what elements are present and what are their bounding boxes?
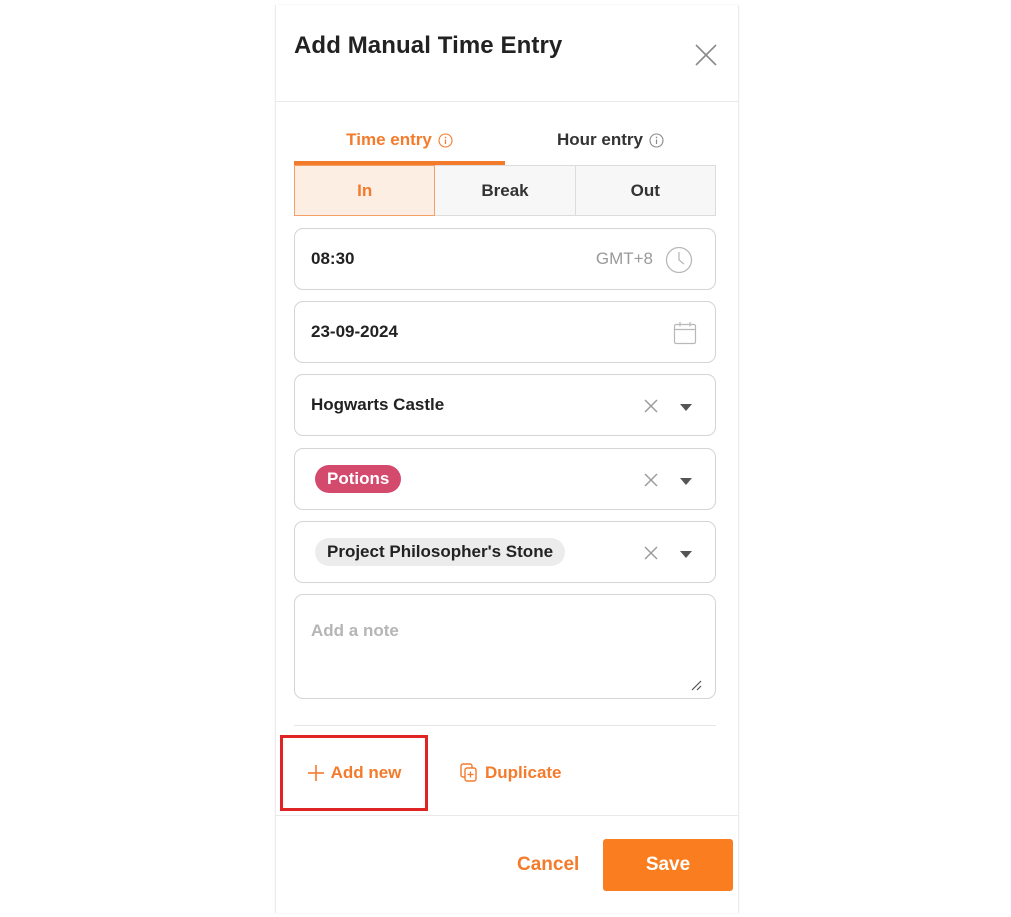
time-field[interactable]: 08:30 GMT+8 xyxy=(294,228,716,290)
clear-x-icon[interactable] xyxy=(643,545,659,561)
note-placeholder: Add a note xyxy=(311,621,399,640)
duplicate-icon xyxy=(460,763,478,783)
location-value: Hogwarts Castle xyxy=(311,395,445,414)
info-icon[interactable] xyxy=(438,132,453,148)
date-value: 23-09-2024 xyxy=(311,322,398,341)
tab-hour-entry-label: Hour entry xyxy=(557,130,643,149)
entry-tabs: Time entry Hour entry xyxy=(294,115,716,165)
duplicate-button[interactable]: Duplicate xyxy=(460,735,562,811)
tab-time-entry[interactable]: Time entry xyxy=(294,115,505,165)
clear-x-icon[interactable] xyxy=(643,472,659,488)
chevron-down-icon[interactable] xyxy=(679,403,693,412)
close-icon[interactable] xyxy=(694,43,718,67)
clock-icon[interactable] xyxy=(665,246,693,274)
calendar-icon[interactable] xyxy=(673,321,697,345)
dialog-footer: Cancel Save xyxy=(276,815,738,914)
segment-in[interactable]: In xyxy=(294,165,436,216)
plus-icon xyxy=(307,764,325,782)
timezone-label: GMT+8 xyxy=(595,249,653,268)
cancel-button[interactable]: Cancel xyxy=(517,839,579,891)
dialog-header: Add Manual Time Entry xyxy=(276,5,738,102)
note-textarea[interactable]: Add a note xyxy=(294,594,716,699)
activity-chip: Potions xyxy=(315,465,402,493)
add-new-button[interactable]: Add new xyxy=(280,735,428,811)
tab-time-entry-label: Time entry xyxy=(346,130,432,149)
chevron-down-icon[interactable] xyxy=(679,550,693,559)
duplicate-label: Duplicate xyxy=(485,763,562,782)
add-new-label: Add new xyxy=(330,763,402,782)
tab-hour-entry[interactable]: Hour entry xyxy=(505,115,716,165)
time-entry-dialog: Add Manual Time Entry Time entry Hour en… xyxy=(275,5,739,913)
activity-select[interactable]: Potions xyxy=(294,448,716,510)
time-value: 08:30 xyxy=(311,249,355,268)
entry-type-segmented-control: In Break Out xyxy=(294,165,716,216)
dialog-title: Add Manual Time Entry xyxy=(294,32,563,59)
date-field[interactable]: 23-09-2024 xyxy=(294,301,716,363)
project-chip: Project Philosopher's Stone xyxy=(315,538,566,566)
chevron-down-icon[interactable] xyxy=(679,477,693,486)
segment-out[interactable]: Out xyxy=(575,165,716,216)
divider xyxy=(294,725,716,726)
segment-break[interactable]: Break xyxy=(435,165,576,216)
save-button[interactable]: Save xyxy=(603,839,733,891)
clear-x-icon[interactable] xyxy=(643,398,659,414)
location-select[interactable]: Hogwarts Castle xyxy=(294,374,716,436)
entry-actions: Add new Duplicate xyxy=(276,735,738,815)
info-icon[interactable] xyxy=(649,132,664,148)
project-select[interactable]: Project Philosopher's Stone xyxy=(294,521,716,583)
resize-grip-icon[interactable] xyxy=(690,679,702,691)
